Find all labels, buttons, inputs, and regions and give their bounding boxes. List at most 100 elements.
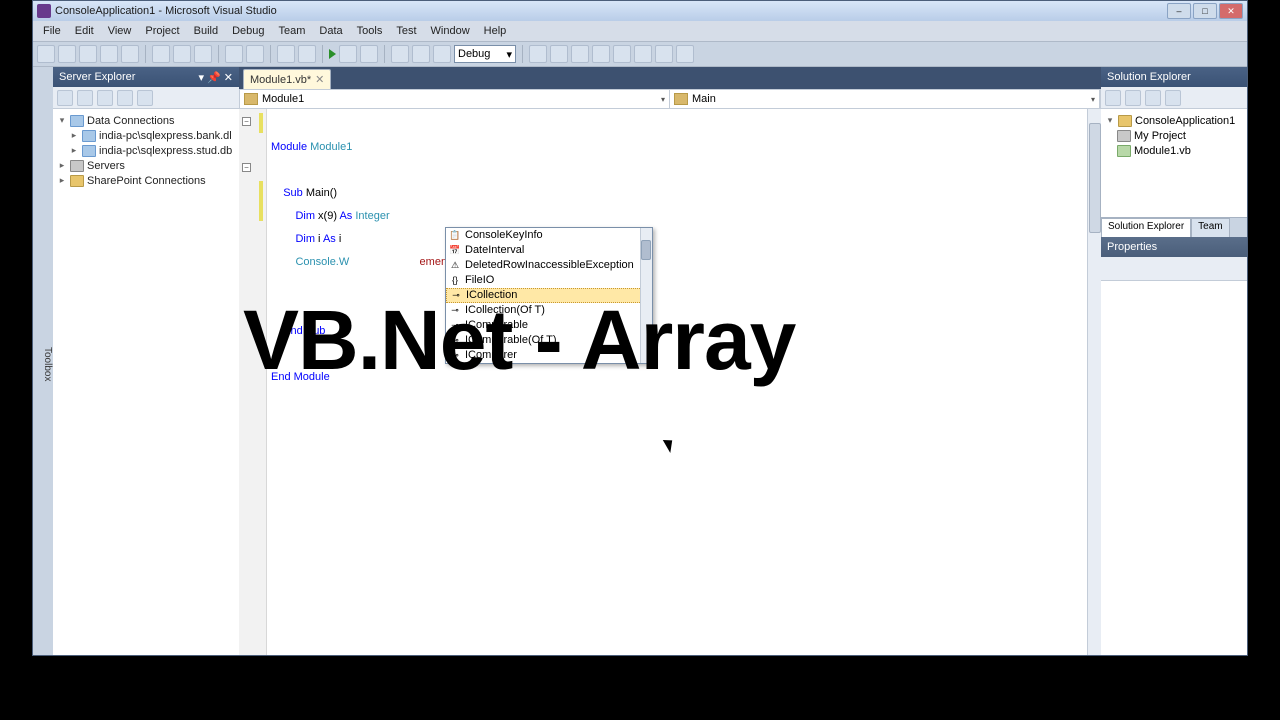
tree-item-data-connections[interactable]: ▾Data Connections — [55, 113, 237, 128]
doc-tab-label: Module1.vb* — [250, 74, 311, 86]
tab-solution-explorer[interactable]: Solution Explorer — [1101, 218, 1191, 237]
solution-tabs: Solution Explorer Team — [1101, 217, 1247, 237]
sol-props-button[interactable] — [1165, 90, 1181, 106]
member-combo[interactable]: Main▾ — [670, 90, 1100, 108]
db-icon — [82, 130, 96, 142]
scrollbar-thumb[interactable] — [641, 240, 651, 260]
toolbar-separator — [322, 45, 323, 63]
mouse-cursor-icon — [666, 437, 678, 453]
toolbar-separator — [384, 45, 385, 63]
menu-build[interactable]: Build — [188, 23, 224, 39]
close-button[interactable]: ✕ — [1219, 3, 1243, 19]
title-bar: ConsoleApplication1 - Microsoft Visual S… — [33, 1, 1247, 21]
save-all-button[interactable] — [121, 45, 139, 63]
minimize-button[interactable]: – — [1167, 3, 1191, 19]
config-combo[interactable]: Debug▾ — [454, 45, 516, 63]
menu-tools[interactable]: Tools — [351, 23, 389, 39]
myproject-node[interactable]: My Project — [1103, 128, 1245, 143]
step-over-button[interactable] — [412, 45, 430, 63]
menu-test[interactable]: Test — [390, 23, 422, 39]
tb-extra-2[interactable] — [550, 45, 568, 63]
menu-view[interactable]: View — [102, 23, 138, 39]
add-item-button[interactable] — [58, 45, 76, 63]
server-explorer-header: Server Explorer ▾ 📌 ✕ — [53, 67, 239, 87]
tb-extra-1[interactable] — [529, 45, 547, 63]
maximize-button[interactable]: □ — [1193, 3, 1217, 19]
video-overlay-title: VB.Net - Array — [243, 292, 795, 389]
sol-showall-button[interactable] — [1145, 90, 1161, 106]
type-combo[interactable]: Module1▾ — [240, 90, 670, 108]
tb-extra-7[interactable] — [655, 45, 673, 63]
tb-extra-6[interactable] — [634, 45, 652, 63]
se-stop-button[interactable] — [77, 90, 93, 106]
menu-data[interactable]: Data — [313, 23, 348, 39]
se-add-button[interactable] — [117, 90, 133, 106]
step-out-button[interactable] — [433, 45, 451, 63]
open-button[interactable] — [79, 45, 97, 63]
copy-button[interactable] — [173, 45, 191, 63]
sharepoint-icon — [70, 175, 84, 187]
vb-file-icon — [1117, 145, 1131, 157]
properties-grid[interactable] — [1101, 281, 1247, 655]
settings-icon — [1117, 130, 1131, 142]
project-node[interactable]: ▾ConsoleApplication1 — [1103, 113, 1245, 128]
method-icon — [674, 93, 688, 105]
panel-pin-icon[interactable]: 📌 — [207, 71, 221, 84]
navigation-bar: Module1▾ Main▾ — [239, 89, 1101, 109]
menu-project[interactable]: Project — [139, 23, 185, 39]
paste-button[interactable] — [194, 45, 212, 63]
menu-file[interactable]: File — [37, 23, 67, 39]
db-icon — [82, 145, 96, 157]
stop-button[interactable] — [360, 45, 378, 63]
server-icon — [70, 160, 84, 172]
project-icon — [1118, 115, 1132, 127]
toolbox-tab[interactable]: Toolbox — [33, 67, 53, 655]
doc-tab-module1[interactable]: Module1.vb* ✕ — [243, 69, 331, 89]
save-button[interactable] — [100, 45, 118, 63]
nav-back-button[interactable] — [277, 45, 295, 63]
menu-edit[interactable]: Edit — [69, 23, 100, 39]
editor-scrollbar[interactable] — [1087, 109, 1101, 655]
outline-toggle[interactable]: − — [242, 163, 251, 172]
redo-button[interactable] — [246, 45, 264, 63]
sol-refresh-button[interactable] — [1125, 90, 1141, 106]
menu-debug[interactable]: Debug — [226, 23, 270, 39]
window-buttons: – □ ✕ — [1167, 3, 1243, 19]
sol-home-button[interactable] — [1105, 90, 1121, 106]
break-button[interactable] — [339, 45, 357, 63]
panel-close-icon[interactable]: ✕ — [224, 71, 233, 84]
menu-team[interactable]: Team — [273, 23, 312, 39]
menu-help[interactable]: Help — [478, 23, 513, 39]
nav-fwd-button[interactable] — [298, 45, 316, 63]
new-project-button[interactable] — [37, 45, 55, 63]
tb-extra-4[interactable] — [592, 45, 610, 63]
se-connect-button[interactable] — [97, 90, 113, 106]
server-explorer-panel: Server Explorer ▾ 📌 ✕ ▾Data Connections … — [53, 67, 239, 655]
toolbar-separator — [145, 45, 146, 63]
tb-extra-5[interactable] — [613, 45, 631, 63]
start-debug-button[interactable] — [329, 49, 336, 59]
se-refresh-button[interactable] — [57, 90, 73, 106]
se-extra-button[interactable] — [137, 90, 153, 106]
scrollbar-thumb[interactable] — [1089, 123, 1101, 233]
tree-item-servers[interactable]: ▸Servers — [55, 158, 237, 173]
tree-item-stud-db[interactable]: ▸india-pc\sqlexpress.stud.db — [55, 143, 237, 158]
properties-toolbar — [1101, 257, 1247, 281]
cut-button[interactable] — [152, 45, 170, 63]
tb-extra-8[interactable] — [676, 45, 694, 63]
solution-tree: ▾ConsoleApplication1 My Project Module1.… — [1101, 109, 1247, 217]
tree-item-sharepoint[interactable]: ▸SharePoint Connections — [55, 173, 237, 188]
module-file-node[interactable]: Module1.vb — [1103, 143, 1245, 158]
change-marker — [259, 113, 263, 133]
undo-button[interactable] — [225, 45, 243, 63]
menu-window[interactable]: Window — [425, 23, 476, 39]
panel-dropdown-icon[interactable]: ▾ — [199, 71, 205, 84]
outline-toggle[interactable]: − — [242, 117, 251, 126]
server-explorer-tree: ▾Data Connections ▸india-pc\sqlexpress.b… — [53, 109, 239, 655]
step-into-button[interactable] — [391, 45, 409, 63]
tree-item-bank-db[interactable]: ▸india-pc\sqlexpress.bank.dl — [55, 128, 237, 143]
tab-team[interactable]: Team — [1191, 218, 1229, 237]
tb-extra-3[interactable] — [571, 45, 589, 63]
doc-tab-close-icon[interactable]: ✕ — [315, 73, 324, 86]
properties-title: Properties — [1107, 241, 1157, 253]
